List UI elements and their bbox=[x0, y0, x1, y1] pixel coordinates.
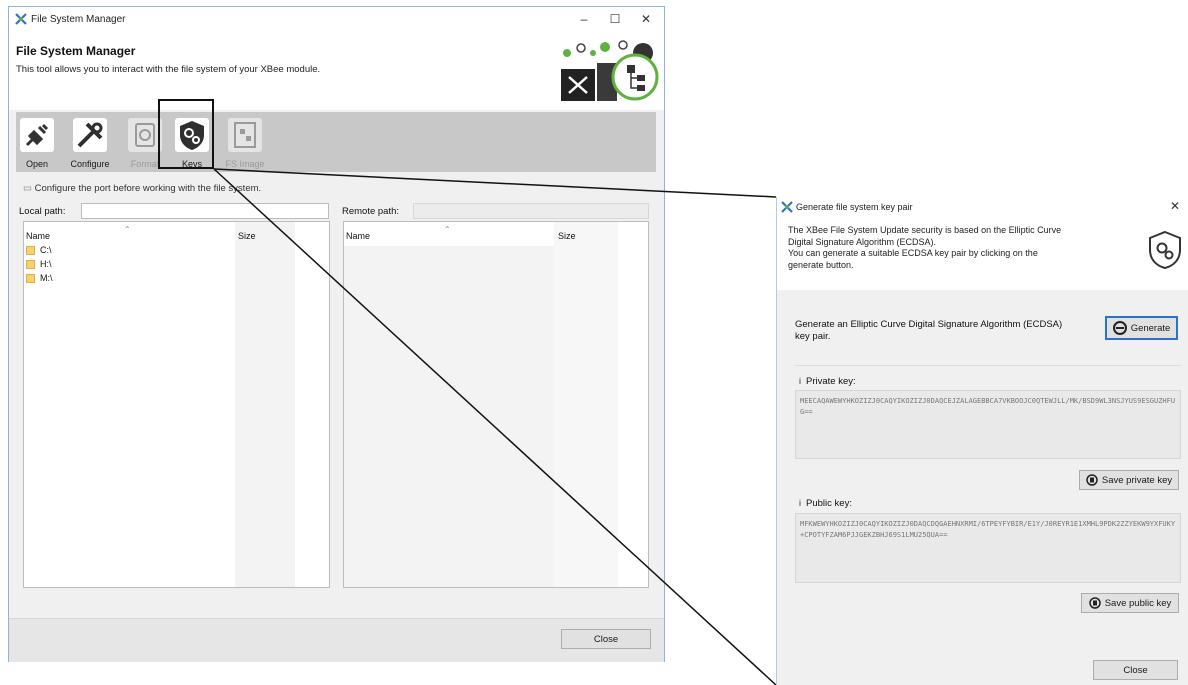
separator bbox=[795, 365, 1181, 366]
private-key-label: Private key: bbox=[806, 376, 856, 387]
dialog-titlebar[interactable]: Generate file system key pair ✕ bbox=[777, 197, 1188, 217]
save-icon bbox=[1086, 474, 1098, 486]
private-key-field[interactable]: MEECAQAWEWYHKOZIZJ0CAQYIKOZIZJ0DAQCEJZAL… bbox=[795, 390, 1181, 459]
desc-line: Digital Signature Algorithm (ECDSA). bbox=[788, 236, 937, 247]
dialog-header: The XBee File System Update security is … bbox=[777, 217, 1188, 290]
dialog-description: The XBee File System Update security is … bbox=[788, 225, 1128, 271]
save-icon bbox=[1088, 597, 1101, 609]
generate-text-line: key pair. bbox=[795, 331, 831, 342]
dialog-title: Generate file system key pair bbox=[796, 202, 913, 212]
generate-description: Generate an Elliptic Curve Digital Signa… bbox=[795, 319, 1095, 343]
generate-key-pair-dialog: Generate file system key pair ✕ The XBee… bbox=[776, 197, 1188, 685]
save-public-label: Save public key bbox=[1104, 597, 1172, 609]
app-logo-icon bbox=[781, 201, 793, 213]
dialog-close-icon[interactable]: ✕ bbox=[1165, 199, 1185, 213]
public-key-field[interactable]: MFKWEWYHKOZIZJ0CAQYIKOZIZJ0DAQCDQGAEHNXR… bbox=[795, 513, 1181, 583]
shield-gears-icon bbox=[1149, 230, 1181, 270]
save-private-key-button[interactable]: Save private key bbox=[1079, 470, 1179, 490]
public-key-label: Public key: bbox=[806, 498, 852, 509]
generate-text-line: Generate an Elliptic Curve Digital Signa… bbox=[795, 319, 1063, 330]
dialog-close-label: Close bbox=[1123, 664, 1148, 676]
dialog-close-button[interactable]: Close bbox=[1093, 660, 1178, 680]
generate-button[interactable]: Generate bbox=[1105, 316, 1178, 340]
private-key-header: i Private key: bbox=[799, 376, 856, 388]
desc-line: The XBee File System Update security is … bbox=[788, 225, 1062, 235]
save-private-label: Save private key bbox=[1101, 474, 1173, 486]
desc-line: You can generate a suitable ECDSA key pa… bbox=[788, 248, 1038, 258]
save-public-key-button[interactable]: Save public key bbox=[1081, 593, 1179, 613]
generate-label: Generate bbox=[1130, 322, 1171, 334]
info-icon: i bbox=[799, 498, 807, 508]
desc-line: generate button. bbox=[788, 259, 854, 270]
public-key-header: i Public key: bbox=[799, 498, 852, 510]
info-icon: i bbox=[799, 376, 807, 386]
generate-icon bbox=[1112, 321, 1127, 335]
